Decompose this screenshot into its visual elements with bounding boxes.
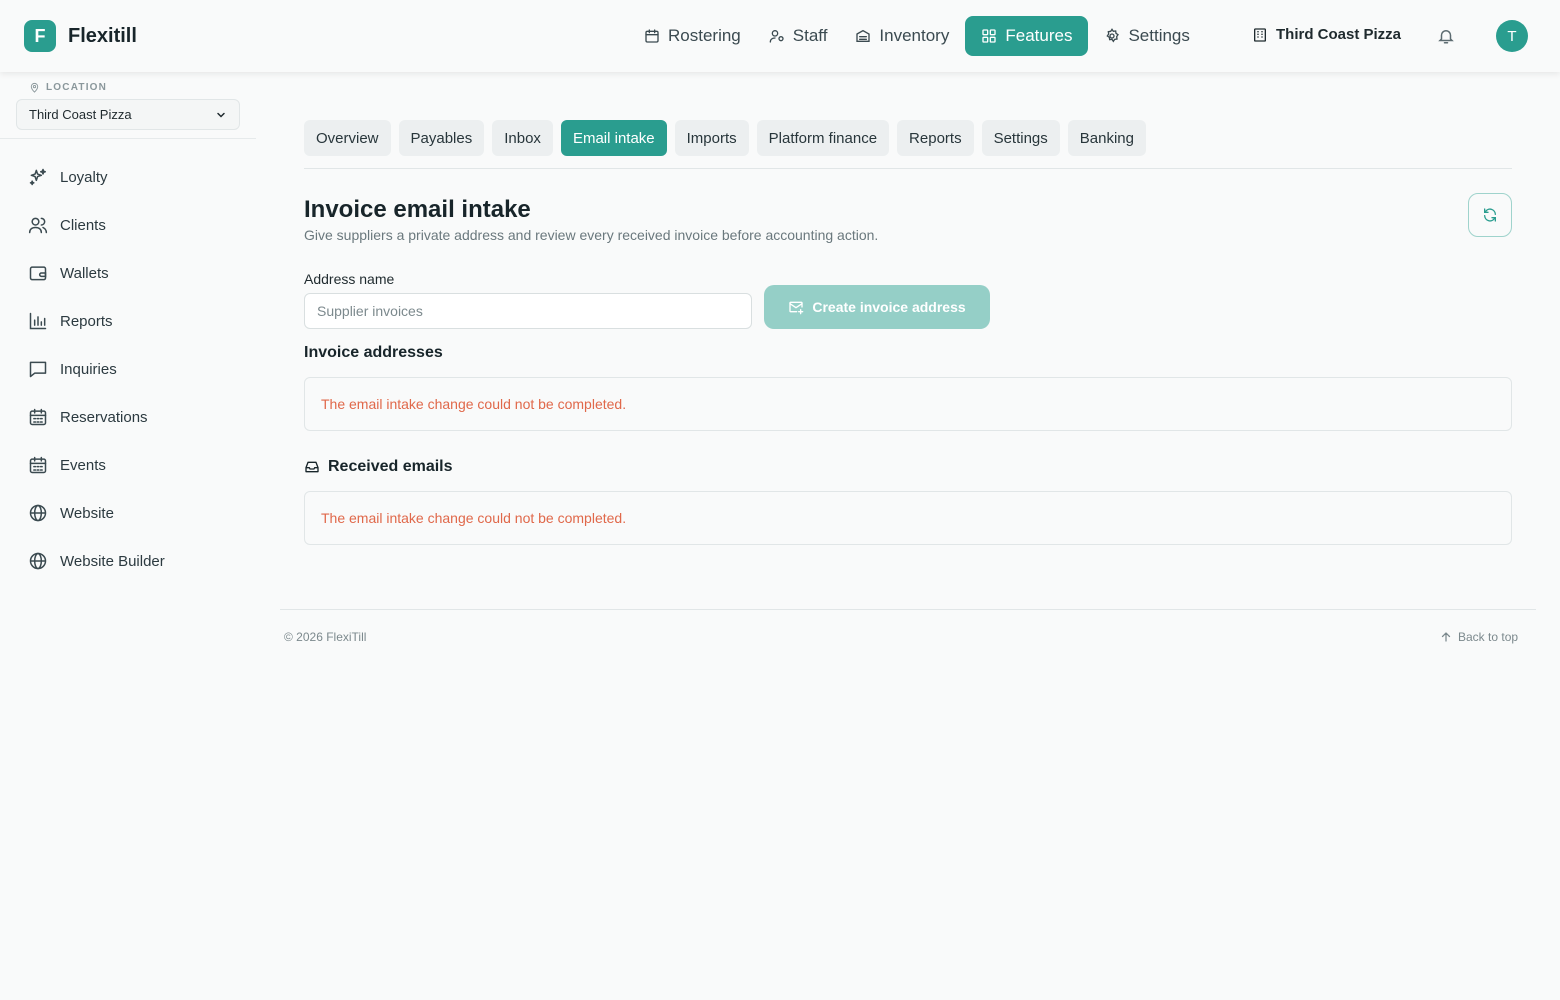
brand-logo: F xyxy=(24,20,56,52)
received-emails-title: Received emails xyxy=(328,458,453,475)
tab-reports[interactable]: Reports xyxy=(897,120,974,156)
sidebar-item-website[interactable]: Website xyxy=(28,503,114,523)
create-button-label: Create invoice address xyxy=(812,299,966,315)
sidebar-divider xyxy=(0,138,256,139)
invoice-addresses-title: Invoice addresses xyxy=(304,344,443,361)
topnav-label: Rostering xyxy=(668,26,741,45)
map-pin-icon xyxy=(30,82,39,93)
sidebar: LOCATION Third Coast Pizza Loyalty Clien… xyxy=(0,72,256,1000)
sidebar-item-label: Reservations xyxy=(60,408,148,426)
sidebar-item-events[interactable]: Events xyxy=(28,455,106,475)
sidebar-item-wallets[interactable]: Wallets xyxy=(28,263,109,283)
topnav-settings[interactable]: Settings xyxy=(1092,16,1201,56)
sidebar-item-label: Loyalty xyxy=(60,168,108,186)
tab-inbox[interactable]: Inbox xyxy=(492,120,553,156)
tabs-divider xyxy=(304,168,1512,169)
tab-settings[interactable]: Settings xyxy=(981,120,1060,156)
gear-icon xyxy=(1106,28,1120,43)
bar-chart-icon xyxy=(29,312,47,330)
sidebar-item-label: Website xyxy=(60,504,114,522)
refresh-button[interactable] xyxy=(1468,193,1512,237)
sidebar-item-reports[interactable]: Reports xyxy=(28,311,113,331)
invoice-addresses-heading: Invoice addresses xyxy=(304,344,443,362)
top-nav: Rostering Staff Inventory Features Setti… xyxy=(632,16,1206,56)
topnav-label: Inventory xyxy=(879,26,950,45)
calendar-grid-icon xyxy=(29,408,47,426)
arrow-up-icon xyxy=(1441,632,1451,642)
footer-divider xyxy=(280,609,1536,610)
chevron-down-icon xyxy=(217,112,225,118)
message-icon xyxy=(29,361,47,378)
location-select[interactable]: Third Coast Pizza xyxy=(16,99,240,130)
received-emails-heading: Received emails xyxy=(304,458,453,476)
topnav-features[interactable]: Features xyxy=(965,16,1089,56)
refresh-icon xyxy=(1484,208,1496,222)
topnav-staff[interactable]: Staff xyxy=(757,16,840,56)
sparkles-icon xyxy=(29,168,46,186)
back-to-top-label: Back to top xyxy=(1458,630,1519,644)
location-switcher[interactable]: Third Coast Pizza xyxy=(1252,26,1401,43)
location-name: Third Coast Pizza xyxy=(1276,26,1402,43)
back-to-top-link[interactable]: Back to top xyxy=(1440,630,1518,644)
sidebar-item-label: Inquiries xyxy=(60,360,117,378)
address-name-input[interactable] xyxy=(304,293,752,329)
brand[interactable]: F Flexitill xyxy=(24,20,137,52)
wallet-icon xyxy=(29,266,47,281)
sidebar-item-reservations[interactable]: Reservations xyxy=(28,407,148,427)
bell-icon[interactable] xyxy=(1437,27,1455,45)
sidebar-item-loyalty[interactable]: Loyalty xyxy=(28,167,108,187)
tab-email-intake[interactable]: Email intake xyxy=(560,120,667,156)
brand-name: Flexitill xyxy=(68,24,137,47)
grid-icon xyxy=(982,29,997,43)
finance-tabs: Overview Payables Inbox Email intake Imp… xyxy=(304,120,1154,156)
top-bar: F Flexitill Rostering Staff Inventory Fe… xyxy=(0,0,1560,72)
topnav-label: Features xyxy=(1005,26,1073,45)
sidebar-item-website-builder[interactable]: Website Builder xyxy=(28,551,165,571)
error-message: The email intake change could not be com… xyxy=(321,510,627,526)
building-icon xyxy=(1254,27,1266,42)
calendar-icon xyxy=(645,29,659,43)
create-invoice-address-button[interactable]: Create invoice address xyxy=(764,285,990,329)
topnav-inventory[interactable]: Inventory xyxy=(843,16,961,56)
tab-payables[interactable]: Payables xyxy=(398,120,485,156)
address-name-label: Address name xyxy=(304,271,395,287)
globe-icon xyxy=(29,552,47,570)
users-icon xyxy=(28,217,48,234)
sidebar-item-label: Clients xyxy=(60,216,106,234)
mail-plus-icon xyxy=(789,301,804,315)
sidebar-item-label: Reports xyxy=(60,312,113,330)
avatar[interactable]: T xyxy=(1496,20,1528,52)
inventory-icon xyxy=(856,29,871,42)
sidebar-item-inquiries[interactable]: Inquiries xyxy=(28,359,117,379)
tab-banking[interactable]: Banking xyxy=(1067,120,1146,156)
inbox-icon xyxy=(305,461,319,473)
staff-icon xyxy=(769,30,784,43)
location-label-text: LOCATION xyxy=(46,82,108,93)
location-select-value: Third Coast Pizza xyxy=(29,107,132,122)
received-emails-error: The email intake change could not be com… xyxy=(304,491,1512,545)
sidebar-item-label: Website Builder xyxy=(60,552,165,570)
sidebar-item-label: Wallets xyxy=(60,264,109,282)
topnav-rostering[interactable]: Rostering xyxy=(632,16,753,56)
globe-icon xyxy=(29,504,47,522)
sidebar-item-label: Events xyxy=(60,456,106,474)
tab-imports[interactable]: Imports xyxy=(674,120,749,156)
page-subtitle: Give suppliers a private address and rev… xyxy=(304,227,879,243)
invoice-addresses-error: The email intake change could not be com… xyxy=(304,377,1512,431)
page-title: Invoice email intake xyxy=(304,196,531,223)
sidebar-item-clients[interactable]: Clients xyxy=(28,215,106,235)
error-message: The email intake change could not be com… xyxy=(321,396,627,412)
topnav-label: Staff xyxy=(792,26,828,45)
tab-platform-finance[interactable]: Platform finance xyxy=(756,120,890,156)
copyright: © 2026 FlexiTill xyxy=(284,630,367,644)
topnav-label: Settings xyxy=(1128,26,1190,45)
calendar-grid-icon xyxy=(29,456,47,474)
tab-overview[interactable]: Overview xyxy=(304,120,391,156)
location-label: LOCATION xyxy=(29,82,107,93)
